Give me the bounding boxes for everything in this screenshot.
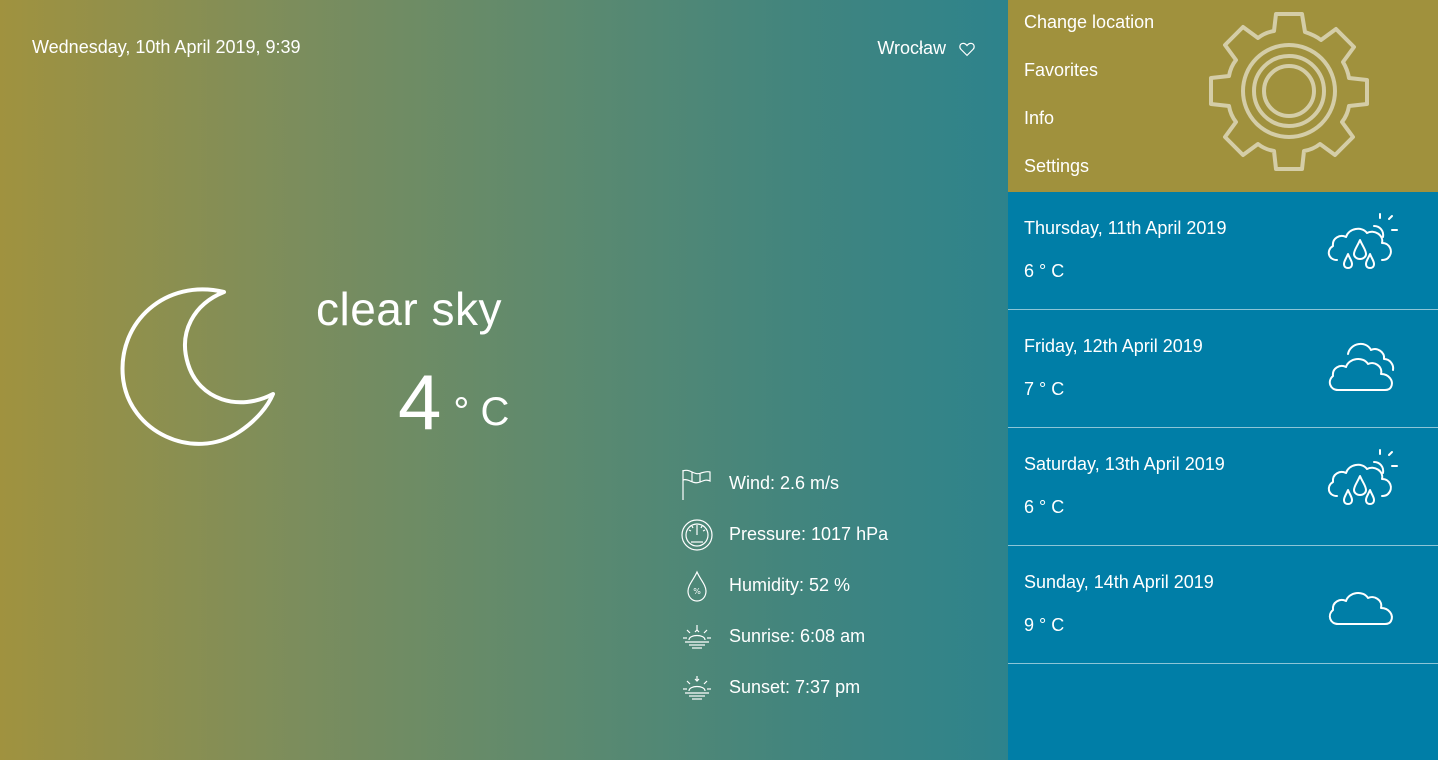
forecast-temp: 6 ° C [1024,261,1065,281]
sunset-icon [683,675,711,700]
forecast-temp: 6 ° C [1024,497,1065,517]
sunrise-text: Sunrise: 6:08 am [729,626,866,646]
temperature-value: 4 [398,358,442,446]
forecast-date: Thursday, 11th April 2019 [1024,218,1227,238]
weather-description: clear sky [316,283,502,335]
favorites-link[interactable]: Favorites [1024,60,1098,81]
sunrise-row: Sunrise: 6:08 am [680,611,888,662]
sidebar: Change location Favorites Info Settings … [1008,0,1438,760]
cloud-rain-sun-icon [1327,213,1398,269]
wind-row: Wind: 2.6 m/s [680,458,888,509]
pressure-row: Pressure: 1017 hPa [680,509,888,560]
weather-details: Wind: 2.6 m/s Pressure: 1017 hPa % Humid… [680,458,888,713]
humidity-drop-icon: % [687,569,707,602]
clouds-icon [1328,342,1395,391]
forecast-day[interactable]: Sunday, 14th April 2019 9 ° C [1008,546,1438,664]
humidity-row: % Humidity: 52 % [680,560,888,611]
sunset-text: Sunset: 7:37 pm [729,677,861,697]
forecast-day[interactable]: Friday, 12th April 2019 7 ° C [1008,310,1438,428]
gear-icon [1209,12,1369,171]
svg-text:%: % [693,587,701,596]
current-temperature: 4 ° C [398,360,509,444]
heart-icon[interactable] [958,40,976,58]
wind-flag-icon [682,469,711,500]
temperature-unit: ° C [453,390,510,434]
forecast-temp: 7 ° C [1024,379,1065,399]
forecast-date: Saturday, 13th April 2019 [1024,454,1225,474]
change-location-link[interactable]: Change location [1024,12,1154,33]
sunrise-icon [683,624,711,649]
info-link[interactable]: Info [1024,108,1054,129]
pressure-text: Pressure: 1017 hPa [729,524,889,544]
cloud-icon [1328,592,1393,625]
current-datetime: Wednesday, 10th April 2019, 9:39 [32,37,301,57]
forecast-temp: 9 ° C [1024,615,1065,635]
pressure-gauge-icon [681,518,713,551]
forecast-day[interactable]: Saturday, 13th April 2019 6 ° C [1008,428,1438,546]
cloud-rain-sun-icon [1327,449,1398,505]
humidity-text: Humidity: 52 % [729,575,851,595]
wind-text: Wind: 2.6 m/s [729,473,840,493]
forecast-day[interactable]: Thursday, 11th April 2019 6 ° C [1008,192,1438,310]
current-weather-panel: Wednesday, 10th April 2019, 9:39 Wrocław… [0,0,1008,760]
moon-icon [120,287,275,446]
settings-link[interactable]: Settings [1024,156,1089,177]
sunset-row: Sunset: 7:37 pm [680,662,888,713]
weather-app: Wednesday, 10th April 2019, 9:39 Wrocław… [0,0,1438,760]
location-name: Wrocław [877,38,946,58]
forecast-date: Sunday, 14th April 2019 [1024,572,1214,592]
forecast-date: Friday, 12th April 2019 [1024,336,1203,356]
menu-panel: Change location Favorites Info Settings [1008,0,1438,192]
location-header: Wrocław [877,38,976,59]
